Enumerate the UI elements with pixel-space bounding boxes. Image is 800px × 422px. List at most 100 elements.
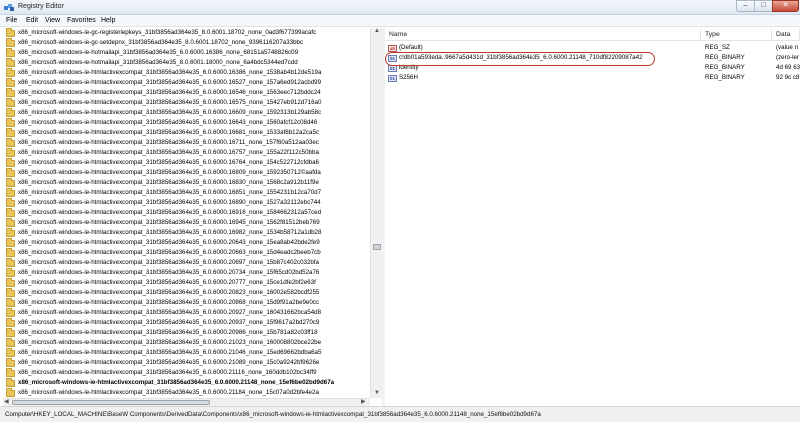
tree-item[interactable]: x86_microsoft-windows-ie-htmlactivexcomp… xyxy=(3,378,370,388)
tree-item[interactable]: x86_microsoft-windows-ie-htmlactivexcomp… xyxy=(3,318,370,328)
close-button[interactable]: ✕ xyxy=(772,0,799,12)
folder-icon xyxy=(6,118,15,127)
tree-item[interactable]: x86_microsoft-windows-ie-htmlactivexcomp… xyxy=(3,98,370,108)
tree-item[interactable]: x86_microsoft-windows-ie-gc-registeriepk… xyxy=(3,28,370,38)
tree-item[interactable]: x86_microsoft-windows-ie-htmlactivexcomp… xyxy=(3,238,370,248)
registry-tree[interactable]: x86_microsoft-windows-ie-gc-registeriepk… xyxy=(3,28,370,398)
tree-item[interactable]: x86_microsoft-windows-ie-htmlactivexcomp… xyxy=(3,188,370,198)
tree-item-label: x86_microsoft-windows-ie-htmlactivexcomp… xyxy=(18,189,322,196)
scroll-left-icon[interactable]: ◀ xyxy=(4,399,9,406)
tree-item-label: x86_microsoft-windows-ie-htmlactivexcomp… xyxy=(18,179,319,186)
tree-item-label: x86_microsoft-windows-ie-htmlactivexcomp… xyxy=(18,109,322,116)
tree-item-label: x86_microsoft-windows-ie-htmlactivexcomp… xyxy=(18,369,317,376)
menu-bar: File Edit View Favorites Help xyxy=(0,15,800,27)
tree-item[interactable]: x86_microsoft-windows-ie-htmlactivexcomp… xyxy=(3,78,370,88)
folder-icon xyxy=(6,168,15,177)
title-bar: Registry Editor – □ ✕ xyxy=(0,0,800,15)
tree-item[interactable]: x86_microsoft-windows-ie-htmlactivexcomp… xyxy=(3,118,370,128)
tree-item[interactable]: x86_microsoft-windows-ie-htmlactivexcomp… xyxy=(3,158,370,168)
tree-item[interactable]: x86_microsoft-windows-ie-htmlactivexcomp… xyxy=(3,218,370,228)
tree-item[interactable]: x86_microsoft-windows-ie-htmlactivexcomp… xyxy=(3,348,370,358)
tree-item[interactable]: x86_microsoft-windows-ie-htmlactivexcomp… xyxy=(3,178,370,188)
tree-item-label: x86_microsoft-windows-ie-htmlactivexcomp… xyxy=(18,129,319,136)
folder-icon xyxy=(6,98,15,107)
column-header-data[interactable]: Data xyxy=(772,28,800,41)
tree-item-label: x86_microsoft-windows-ie-htmlactivexcomp… xyxy=(18,99,322,106)
string-value-icon: ab xyxy=(388,45,397,52)
column-header-type[interactable]: Type xyxy=(701,28,772,41)
folder-icon xyxy=(6,158,15,167)
folder-icon xyxy=(6,348,15,357)
tree-item-label: x86_microsoft-windows-ie-htmlactivexcomp… xyxy=(18,259,319,266)
tree-item[interactable]: x86_microsoft-windows-ie-htmlactivexcomp… xyxy=(3,198,370,208)
value-name: S256H xyxy=(399,74,418,81)
tree-item[interactable]: x86_microsoft-windows-ie-htmlactivexcomp… xyxy=(3,128,370,138)
scroll-down-icon[interactable]: ▼ xyxy=(374,390,380,397)
tree-item[interactable]: x86_microsoft-windows-ie-htmlactivexcomp… xyxy=(3,208,370,218)
value-data: 92 9c c8 xyxy=(776,74,800,81)
tree-item[interactable]: x86_microsoft-windows-ie-htmlactivexcomp… xyxy=(3,258,370,268)
menu-view[interactable]: View xyxy=(45,17,60,24)
tree-item[interactable]: x86_microsoft-windows-ie-htmlactivexcomp… xyxy=(3,298,370,308)
tree-scroll-thumb[interactable] xyxy=(373,244,381,250)
folder-icon xyxy=(6,238,15,247)
tree-item[interactable]: x86_microsoft-windows-ie-htmlactivexcomp… xyxy=(3,308,370,318)
tree-item[interactable]: x86_microsoft-windows-ie-htmlactivexcomp… xyxy=(3,68,370,78)
folder-icon xyxy=(6,208,15,217)
tree-item[interactable]: x86_microsoft-windows-ie-htmlactivexcomp… xyxy=(3,328,370,338)
tree-item-label: x86_microsoft-windows-ie-htmlactivexcomp… xyxy=(18,329,318,336)
minimize-button[interactable]: – xyxy=(736,0,755,12)
menu-help[interactable]: Help xyxy=(101,17,115,24)
scroll-up-icon[interactable]: ▲ xyxy=(374,28,380,35)
tree-item-label: x86_microsoft-windows-ie-htmlactivexcomp… xyxy=(18,79,322,86)
tree-item-label: x86_microsoft-windows-ie-htmlactivexcomp… xyxy=(18,339,322,346)
tree-hscroll-thumb[interactable] xyxy=(12,400,210,405)
folder-icon xyxy=(6,148,15,157)
menu-edit[interactable]: Edit xyxy=(26,17,38,24)
folder-icon xyxy=(6,358,15,367)
tree-item[interactable]: x86_microsoft-windows-ie-htmlactivexcomp… xyxy=(3,228,370,238)
folder-icon xyxy=(6,108,15,117)
tree-item-label: x86_microsoft-windows-ie-htmlactivexcomp… xyxy=(18,239,320,246)
tree-vertical-scrollbar[interactable]: ▲ ▼ xyxy=(370,28,382,398)
folder-icon xyxy=(6,138,15,147)
folder-icon xyxy=(6,188,15,197)
folder-icon xyxy=(6,388,15,397)
scroll-right-icon[interactable]: ▶ xyxy=(361,399,366,406)
folder-icon xyxy=(6,268,15,277)
value-row[interactable]: 01 S256H REG_BINARY 92 9c c8 xyxy=(385,73,800,83)
tree-item[interactable]: x86_microsoft-windows-ie-htmlactivexcomp… xyxy=(3,108,370,118)
tree-item[interactable]: x86_microsoft-windows-ie-htmlactivexcomp… xyxy=(3,248,370,258)
tree-item[interactable]: x86_microsoft-windows-ie-htmlactivexcomp… xyxy=(3,388,370,398)
tree-item-label: x86_microsoft-windows-ie-htmlactivexcomp… xyxy=(18,289,320,296)
tree-item-label: x86_microsoft-windows-ie-htmlactivexcomp… xyxy=(18,269,320,276)
tree-horizontal-scrollbar[interactable]: ◀ ▶ xyxy=(3,398,370,406)
tree-item-label: x86_microsoft-windows-ie-htmlactivexcomp… xyxy=(18,209,322,216)
tree-item[interactable]: x86_microsoft-windows-ie-htmlactivexcomp… xyxy=(3,358,370,368)
tree-item[interactable]: x86_microsoft-windows-ie-hotmailapi_31bf… xyxy=(3,48,370,58)
tree-item[interactable]: x86_microsoft-windows-ie-htmlactivexcomp… xyxy=(3,88,370,98)
folder-icon xyxy=(6,198,15,207)
tree-item[interactable]: x86_microsoft-windows-ie-htmlactivexcomp… xyxy=(3,338,370,348)
tree-item-label: x86_microsoft-windows-ie-htmlactivexcomp… xyxy=(18,309,322,316)
tree-item[interactable]: x86_microsoft-windows-ie-htmlactivexcomp… xyxy=(3,368,370,378)
tree-item-label: x86_microsoft-windows-ie-gc-setdepnx_31b… xyxy=(18,39,304,46)
folder-icon xyxy=(6,318,15,327)
tree-item[interactable]: x86_microsoft-windows-ie-hotmailapi_31bf… xyxy=(3,58,370,68)
column-header-name[interactable]: Name xyxy=(385,28,701,41)
menu-file[interactable]: File xyxy=(6,17,17,24)
folder-icon xyxy=(6,48,15,57)
tree-item[interactable]: x86_microsoft-windows-ie-htmlactivexcomp… xyxy=(3,148,370,158)
tree-item[interactable]: x86_microsoft-windows-ie-htmlactivexcomp… xyxy=(3,278,370,288)
tree-item[interactable]: x86_microsoft-windows-ie-htmlactivexcomp… xyxy=(3,288,370,298)
tree-item[interactable]: x86_microsoft-windows-ie-gc-setdepnx_31b… xyxy=(3,38,370,48)
tree-item[interactable]: x86_microsoft-windows-ie-htmlactivexcomp… xyxy=(3,168,370,178)
maximize-button[interactable]: □ xyxy=(754,0,773,12)
folder-icon xyxy=(6,248,15,257)
tree-item[interactable]: x86_microsoft-windows-ie-htmlactivexcomp… xyxy=(3,138,370,148)
menu-favorites[interactable]: Favorites xyxy=(67,17,96,24)
highlight-annotation xyxy=(385,52,655,66)
tree-item[interactable]: x86_microsoft-windows-ie-htmlactivexcomp… xyxy=(3,268,370,278)
tree-item-label: x86_microsoft-windows-ie-hotmailapi_31bf… xyxy=(18,49,299,56)
tree-item-label: x86_microsoft-windows-ie-htmlactivexcomp… xyxy=(18,119,318,126)
